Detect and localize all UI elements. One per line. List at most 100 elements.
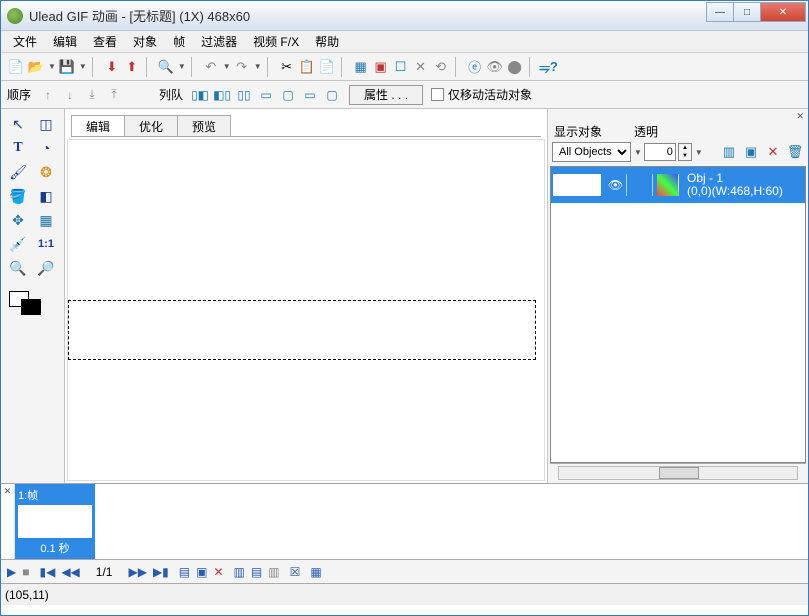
menu-filter[interactable]: 过滤器 [193,31,245,52]
help-icon[interactable]: ⥭? [540,58,558,76]
panel-del-icon[interactable]: ✕ [764,143,782,161]
play-icon[interactable]: ▶ [7,565,16,579]
menu-object[interactable]: 对象 [125,31,165,52]
order-tofront-icon[interactable]: ⤒ [105,86,123,104]
new-icon[interactable]: 📄 [7,58,25,76]
tab-preview[interactable]: 预览 [177,115,231,136]
canvas-object[interactable] [68,300,536,360]
panel-hscroll[interactable] [550,463,806,481]
object-list-item[interactable]: 👁 Obj - 1 (0,0)(W:468,H:60) [551,167,805,203]
canvas-viewport[interactable] [67,139,545,481]
prev-frame-icon[interactable]: ◀◀ [61,565,79,579]
open-icon[interactable]: 📂 [27,58,45,76]
text-tool-icon[interactable]: T [5,137,31,159]
order-toback-icon[interactable]: ⤓ [83,86,101,104]
lock-cell[interactable] [631,174,653,196]
record-icon[interactable]: ⬤ [506,58,524,76]
align-dist-icon[interactable]: ▢ [323,86,341,104]
frame-extra2-icon[interactable]: ▦ [310,565,321,579]
frameprop3-icon[interactable]: ▥ [268,565,279,579]
eyedropper-tool-icon[interactable]: 💉 [5,233,31,255]
pointer-tool-icon[interactable]: ↖ [5,113,31,135]
lasso-tool-icon[interactable]: ◔ [33,137,59,159]
align-center-icon[interactable]: ◧▯ [213,86,231,104]
select-tool-icon[interactable]: ▦ [33,209,59,231]
frames-close-icon[interactable]: ✕ [1,484,15,559]
zoom-dropdown-icon[interactable]: ▼ [178,62,186,71]
copy-icon[interactable]: 📋 [298,58,316,76]
align-left-icon[interactable]: ▯◧ [191,86,209,104]
panel-dup-icon[interactable]: ▣ [742,143,760,161]
next-frame-icon[interactable]: ▶▶ [128,565,146,579]
tool5-icon[interactable]: ⟲ [432,58,450,76]
visibility-icon[interactable]: 👁 [605,174,627,196]
frame-item[interactable]: 1:帧 0.1 秒 [15,484,95,559]
dup-frame-icon[interactable]: ▣ [196,565,207,579]
menu-file[interactable]: 文件 [5,31,45,52]
paste-icon[interactable]: 📄 [318,58,336,76]
last-frame-icon[interactable]: ▶▮ [153,565,169,579]
transparency-input[interactable] [644,143,676,161]
redo-icon[interactable]: ↷ [233,58,251,76]
actual-size-icon[interactable]: 1:1 [33,233,59,255]
export2-icon[interactable]: ⬆ [123,58,141,76]
stop-icon[interactable]: ■ [22,565,29,579]
background-swatch[interactable] [21,299,41,315]
panel-trash-icon[interactable]: 🗑 [786,143,804,161]
object-filter-select[interactable]: All Objects [552,142,631,162]
menu-frame[interactable]: 帧 [165,31,193,52]
align-bot-icon[interactable]: ▭ [301,86,319,104]
eraser-tool-icon[interactable]: ◧ [33,185,59,207]
save-icon[interactable]: 💾 [58,58,76,76]
transparency-spinner[interactable]: ▲▼ [678,143,692,161]
add-frame-icon[interactable]: ▤ [179,565,190,579]
minimize-button[interactable]: — [706,2,734,22]
del-frame-icon[interactable]: ✕ [213,565,223,579]
align-top-icon[interactable]: ▭ [257,86,275,104]
tool3-icon[interactable]: ☐ [392,58,410,76]
menu-help[interactable]: 帮助 [307,31,347,52]
frameprop1-icon[interactable]: ▥ [234,565,245,579]
cut-icon[interactable]: ✂ [278,58,296,76]
marquee-tool-icon[interactable]: ◫ [33,113,59,135]
open-dropdown-icon[interactable]: ▼ [48,62,56,71]
color-cell[interactable] [657,174,679,196]
tool4-icon[interactable]: ✕ [412,58,430,76]
export-icon[interactable]: ⬇ [103,58,121,76]
save-dropdown-icon[interactable]: ▼ [79,62,87,71]
undo-dropdown-icon[interactable]: ▼ [223,62,231,71]
close-button[interactable]: ✕ [760,2,806,22]
tab-optimize[interactable]: 优化 [124,115,178,136]
tab-edit[interactable]: 编辑 [71,115,125,136]
dropdown2-icon[interactable]: ▼ [695,148,703,157]
frameprop2-icon[interactable]: ▤ [251,565,262,579]
order-up-icon[interactable]: ↑ [39,86,57,104]
web-icon[interactable]: ⓔ [466,58,484,76]
order-down-icon[interactable]: ↓ [61,86,79,104]
frame-extra1-icon[interactable]: ☒ [290,565,301,579]
maximize-button[interactable]: □ [733,2,761,22]
zoomin-tool-icon[interactable]: 🔍 [5,257,31,279]
menu-edit[interactable]: 编辑 [45,31,85,52]
crop-tool-icon[interactable]: ✥ [5,209,31,231]
align-mid-icon[interactable]: ▢ [279,86,297,104]
first-frame-icon[interactable]: ▮◀ [39,565,55,579]
color-swatches[interactable] [5,289,60,325]
orbit-tool-icon[interactable]: ❂ [33,161,59,183]
undo-icon[interactable]: ↶ [202,58,220,76]
menu-videofx[interactable]: 视频 F/X [245,31,307,52]
tool1-icon[interactable]: ▦ [352,58,370,76]
zoomout-tool-icon[interactable]: 🔎 [33,257,59,279]
brush-tool-icon[interactable]: 🖌 [5,161,31,183]
panel-close-icon[interactable]: ✕ [550,111,806,123]
menu-view[interactable]: 查看 [85,31,125,52]
properties-button[interactable]: 属性 . . . [349,85,423,105]
redo-dropdown-icon[interactable]: ▼ [254,62,262,71]
only-move-checkbox[interactable]: 仅移动活动对象 [431,86,532,103]
panel-add-icon[interactable]: ▥ [720,143,738,161]
align-right-icon[interactable]: ▯▯ [235,86,253,104]
preview-icon[interactable]: 👁 [486,58,504,76]
scroll-thumb[interactable] [659,467,699,479]
zoom-icon[interactable]: 🔍 [157,58,175,76]
tool2-icon[interactable]: ▣ [372,58,390,76]
